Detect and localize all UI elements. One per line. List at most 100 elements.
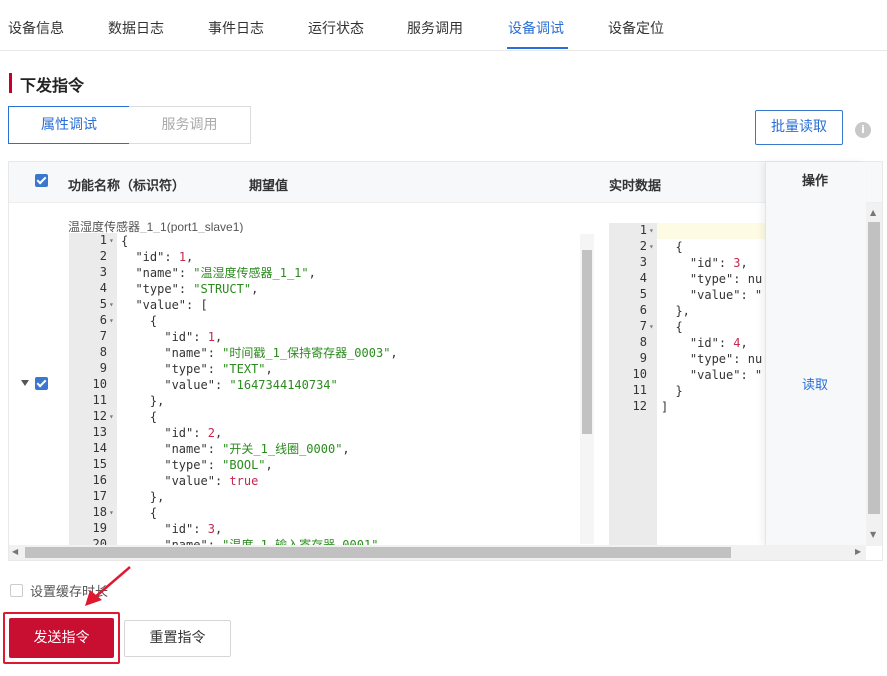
line-number: 10 <box>92 377 107 391</box>
tab-device-info[interactable]: 设备信息 <box>8 18 64 38</box>
editor-code-area[interactable]: { "id": 1, "name": "温湿度传感器_1_1", "type":… <box>117 233 594 545</box>
line-number: 11 <box>92 393 107 407</box>
code-line: "type": nu <box>689 352 763 366</box>
section-accent-bar <box>9 73 12 93</box>
cache-duration-checkbox[interactable] <box>10 584 23 597</box>
realtime-code-area[interactable]: [ { "id": 3, "type": nu "value": " }, { … <box>657 223 766 545</box>
editor-scroll-thumb[interactable] <box>582 250 592 434</box>
fold-toggle-icon[interactable]: ▾ <box>649 322 654 331</box>
line-number: 18 <box>92 505 107 519</box>
subtab-property-debug[interactable]: 属性调试 <box>8 106 130 144</box>
code-line: "id": 2, <box>164 426 223 440</box>
section-title: 下发指令 <box>20 76 85 95</box>
line-number: 12 <box>632 399 647 413</box>
send-command-button[interactable]: 发送指令 <box>9 618 114 658</box>
subtab-service-call[interactable]: 服务调用 <box>129 106 251 144</box>
code-line: "value": true <box>164 474 259 488</box>
code-line: "type": "BOOL", <box>164 458 273 472</box>
line-number: 20 <box>92 537 107 545</box>
line-number: 9 <box>99 361 107 375</box>
tab-device-location[interactable]: 设备定位 <box>608 18 664 38</box>
code-line: "type": "STRUCT", <box>135 282 259 296</box>
code-line: { <box>121 234 129 248</box>
realtime-gutter: 1 ▾ 2 ▾ 3 4 5 6 7 ▾ 8 9 10 11 12 <box>609 223 657 545</box>
code-line: "value": " <box>689 368 763 382</box>
info-icon[interactable]: i <box>855 122 871 138</box>
code-line: { <box>121 506 158 520</box>
code-line: "type": nu <box>689 272 763 286</box>
line-number: 13 <box>92 425 107 439</box>
line-number: 5 <box>639 287 647 301</box>
fold-toggle-icon[interactable]: ▾ <box>649 226 654 235</box>
batch-read-button[interactable]: 批量读取 <box>755 110 843 145</box>
line-number: 6 <box>99 313 107 327</box>
select-all-checkbox[interactable] <box>35 174 48 187</box>
table-horizontal-scroll-thumb[interactable] <box>25 547 731 558</box>
code-line: "id": 3, <box>164 522 223 536</box>
col-operation: 操作 <box>801 174 828 189</box>
fold-toggle-icon[interactable]: ▾ <box>649 242 654 251</box>
operation-column <box>765 162 866 546</box>
code-line: ] <box>661 400 669 414</box>
active-tab-indicator <box>507 47 568 49</box>
code-line: "name": "时间戳_1_保持寄存器_0003", <box>164 346 398 360</box>
scroll-right-icon[interactable]: ▶ <box>855 547 861 556</box>
code-line: "id": 3, <box>689 256 748 270</box>
code-line: "type": "TEXT", <box>164 362 273 376</box>
code-line: { <box>661 240 683 254</box>
line-number: 19 <box>92 521 107 535</box>
line-number: 9 <box>639 351 647 365</box>
scroll-up-icon[interactable]: ▲ <box>870 208 876 217</box>
expected-value-editor[interactable]: 1 ▾ 2 3 4 5 ▾ 6 ▾ 7 8 9 10 11 12 ▾ 13 14 15 16 17 18 ▾ 19 20 { "… <box>69 233 594 545</box>
line-number: 7 <box>99 329 107 343</box>
code-line: } <box>661 384 683 398</box>
line-number: 6 <box>639 303 647 317</box>
scroll-down-icon[interactable]: ▼ <box>870 530 876 539</box>
line-number: 1 <box>99 233 107 247</box>
col-function-name: 功能名称（标识符） <box>68 179 186 194</box>
line-number: 11 <box>632 383 647 397</box>
tab-event-log[interactable]: 事件日志 <box>208 18 264 38</box>
row-expand-icon[interactable] <box>21 380 29 386</box>
line-number: 8 <box>639 335 647 349</box>
code-line: }, <box>121 490 165 504</box>
fold-toggle-icon[interactable]: ▾ <box>109 508 114 517</box>
line-number: 16 <box>92 473 107 487</box>
line-number: 10 <box>632 367 647 381</box>
line-number: 15 <box>92 457 107 471</box>
line-number: 3 <box>99 265 107 279</box>
code-line: "value": [ <box>135 298 208 312</box>
code-line: }, <box>661 304 690 318</box>
code-line: "name": "温度_1_输入寄存器_0001", <box>164 538 386 545</box>
code-line: "value": "1647344140734" <box>164 378 338 392</box>
line-number: 5 <box>99 297 107 311</box>
code-line: "id": 4, <box>689 336 748 350</box>
fold-toggle-icon[interactable]: ▾ <box>109 236 114 245</box>
line-number: 12 <box>92 409 107 423</box>
fold-toggle-icon[interactable]: ▾ <box>109 412 114 421</box>
line-number: 4 <box>99 281 107 295</box>
annotation-arrow-icon <box>85 566 131 606</box>
line-number: 3 <box>639 255 647 269</box>
code-line: { <box>661 320 683 334</box>
tab-service-call[interactable]: 服务调用 <box>407 18 463 38</box>
line-number: 8 <box>99 345 107 359</box>
line-number: 7 <box>639 319 647 333</box>
tab-data-log[interactable]: 数据日志 <box>108 18 164 38</box>
code-line: "value": " <box>689 288 763 302</box>
reset-command-button[interactable]: 重置指令 <box>124 620 231 657</box>
read-link[interactable]: 读取 <box>765 374 865 393</box>
fold-toggle-icon[interactable]: ▾ <box>109 316 114 325</box>
code-line: "id": 1, <box>164 330 223 344</box>
row-checkbox[interactable] <box>35 377 48 390</box>
code-line: "name": "温湿度传感器_1_1", <box>135 266 316 280</box>
realtime-data-editor[interactable]: 1▾2▾34567▾89101112 [ { "id": 3, "type": … <box>609 223 766 545</box>
scroll-left-icon[interactable]: ◀ <box>12 547 18 556</box>
fold-toggle-icon[interactable]: ▾ <box>109 300 114 309</box>
line-number: 17 <box>92 489 107 503</box>
line-number: 4 <box>639 271 647 285</box>
tab-bar: 设备信息 数据日志 事件日志 运行状态 服务调用 设备调试 设备定位 <box>0 0 887 51</box>
table-vertical-scroll-thumb[interactable] <box>868 222 880 514</box>
tab-device-debug[interactable]: 设备调试 <box>508 18 564 38</box>
tab-run-status[interactable]: 运行状态 <box>308 18 364 38</box>
